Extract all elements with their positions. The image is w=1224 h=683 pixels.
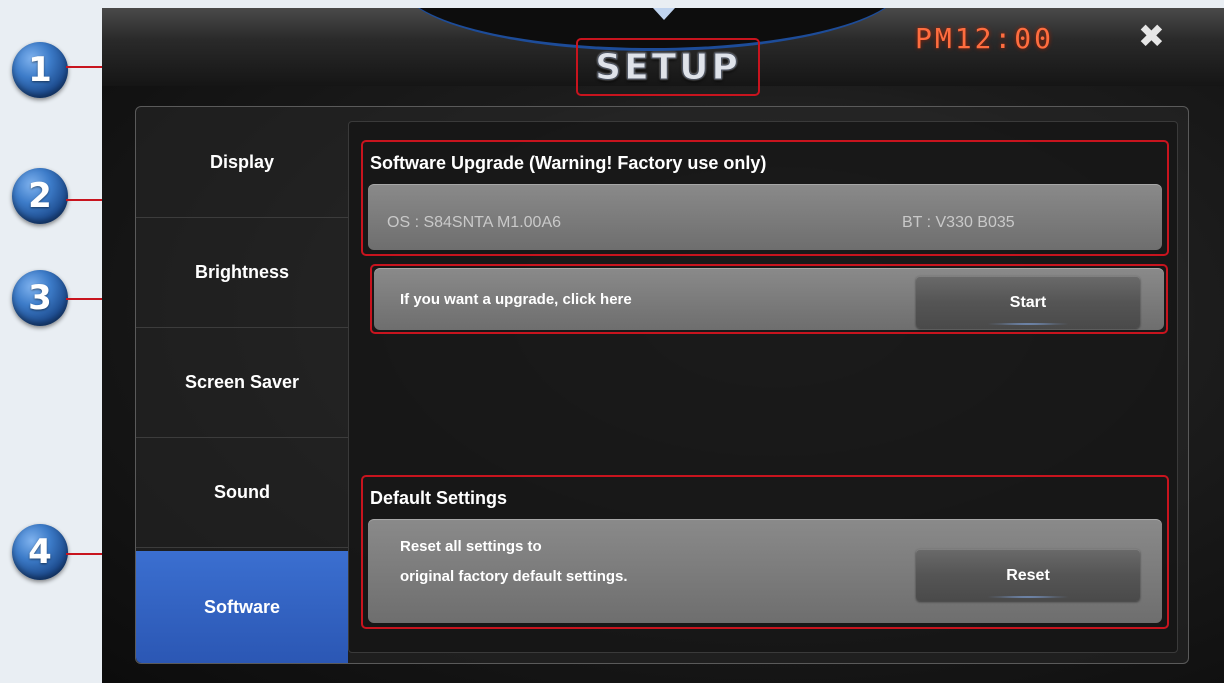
sidebar-item-software[interactable]: Software: [136, 551, 348, 663]
chevron-down-icon[interactable]: [653, 8, 675, 20]
sidebar-item-label: Sound: [214, 481, 270, 502]
page-title-frame: SETUP: [576, 38, 760, 96]
sidebar: Display Brightness Screen Saver Sound So…: [136, 107, 348, 663]
sidebar-item-label: Brightness: [194, 261, 290, 282]
callout-badge-3: 3: [12, 270, 68, 326]
sidebar-item-display[interactable]: Display: [136, 107, 348, 218]
start-button[interactable]: Start: [916, 276, 1140, 328]
os-version: OS : S84SNTA M1.00A6: [387, 214, 562, 231]
sidebar-item-label: Software: [203, 596, 281, 617]
upgrade-prompt: If you want a upgrade, click here: [400, 291, 632, 308]
page-title: SETUP: [595, 46, 741, 88]
device-screen: SETUP PM12:00 ✖ Display Brightness Scree…: [102, 8, 1224, 683]
clock-display: PM12:00: [915, 22, 1055, 55]
sidebar-item-sound[interactable]: Sound: [136, 437, 348, 548]
callout-badge-1: 1: [12, 42, 68, 98]
sidebar-item-screen-saver[interactable]: Screen Saver: [136, 327, 348, 438]
reset-button[interactable]: Reset: [916, 549, 1140, 601]
default-settings-title: Default Settings: [370, 488, 508, 508]
bt-version: BT : V330 B035: [902, 214, 1015, 231]
software-upgrade-title: Software Upgrade (Warning! Factory use o…: [370, 153, 767, 173]
sidebar-item-label: Screen Saver: [184, 371, 300, 392]
sidebar-item-label: Display: [209, 151, 275, 172]
reset-description-line-2: original factory default settings.: [400, 568, 628, 585]
reset-description-line-1: Reset all settings to: [400, 538, 542, 555]
close-icon[interactable]: ✖: [1138, 20, 1165, 52]
sidebar-item-brightness[interactable]: Brightness: [136, 217, 348, 328]
callout-badge-4: 4: [12, 524, 68, 580]
callout-badge-2: 2: [12, 168, 68, 224]
